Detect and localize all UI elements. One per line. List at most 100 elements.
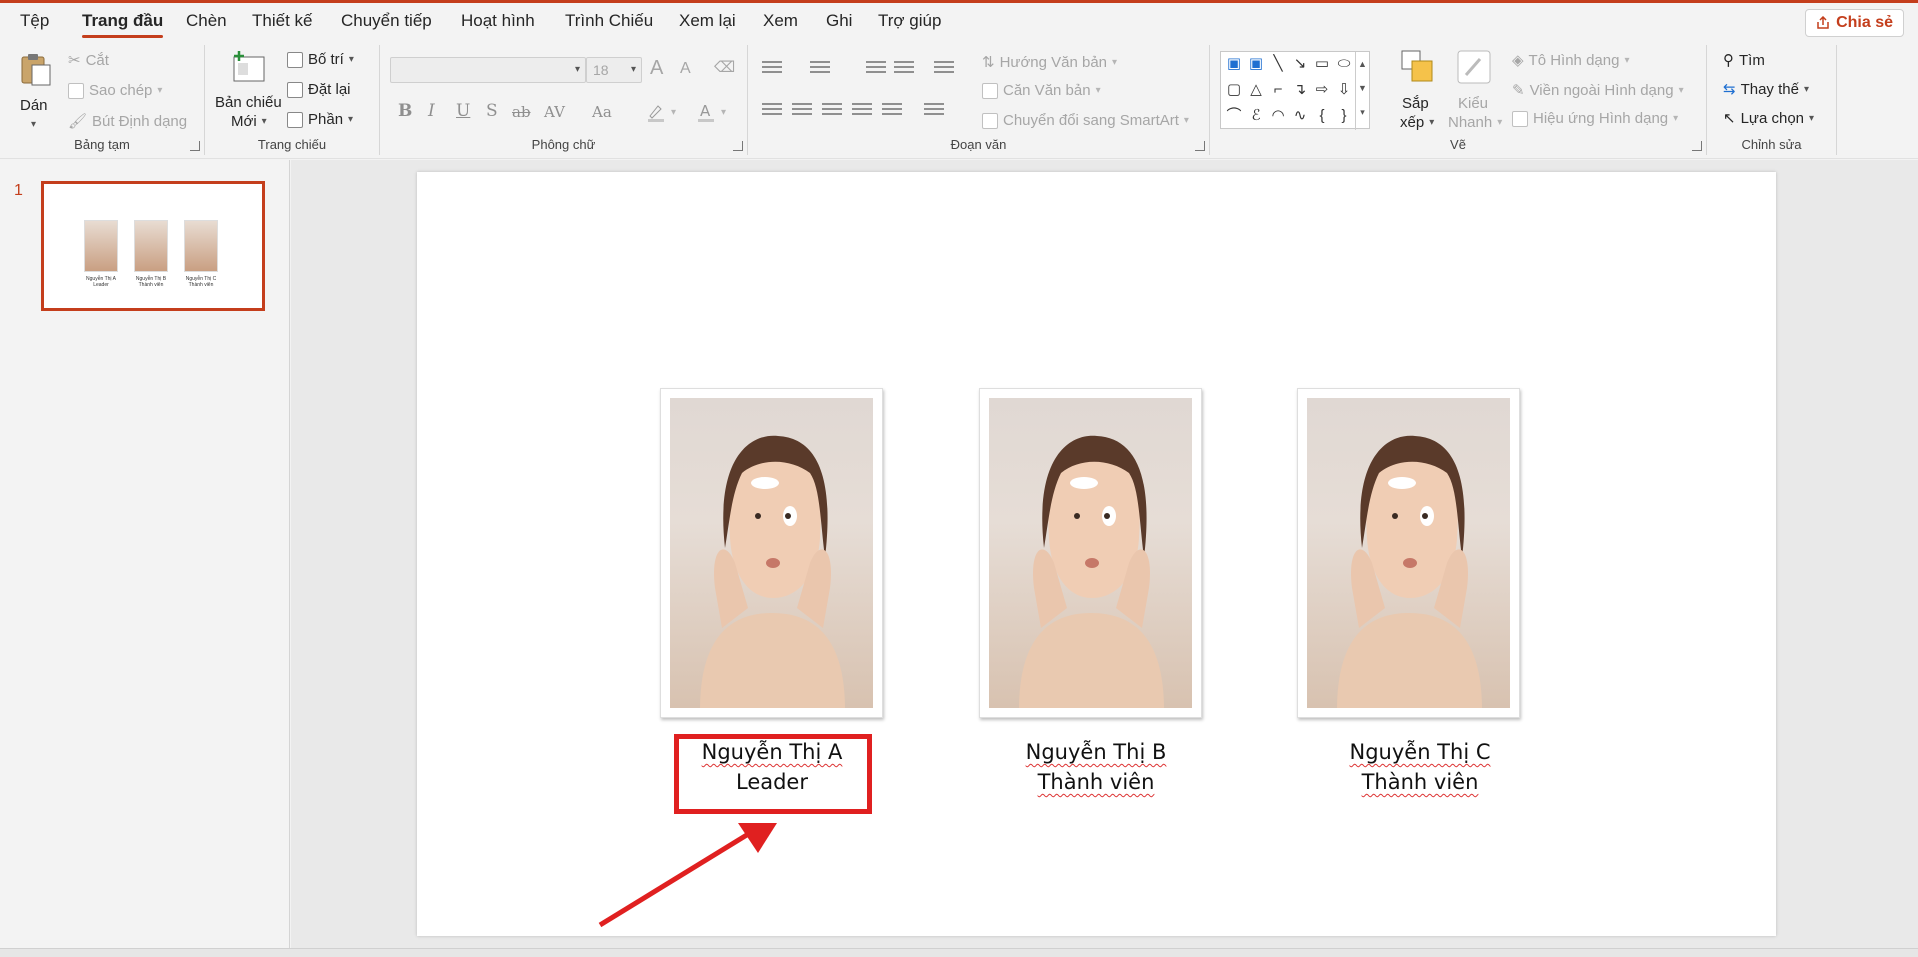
- rounded-rect-shape-icon[interactable]: ▢: [1225, 82, 1243, 98]
- brush-icon: 🖌: [68, 113, 88, 130]
- tab-record[interactable]: Ghi: [826, 11, 852, 31]
- thumb-caption: Nguyễn Thị B Thành viên: [135, 276, 167, 288]
- vertical-textbox-shape-icon[interactable]: ▣: [1247, 56, 1265, 72]
- shrink-font-button[interactable]: A: [680, 60, 691, 78]
- textbox-shape-icon[interactable]: ▣: [1225, 56, 1243, 72]
- shape-fill-button[interactable]: ◈ Tô Hình dạng ▾: [1512, 51, 1629, 70]
- shape-outline-button[interactable]: ✎ Viền ngoài Hình dạng ▾: [1512, 81, 1684, 100]
- format-painter-button[interactable]: 🖌 Bút Định dạng: [68, 112, 187, 131]
- tab-view[interactable]: Xem: [763, 11, 798, 31]
- oval-shape-icon[interactable]: ⬭: [1335, 56, 1353, 72]
- member-photo[interactable]: [979, 388, 1202, 718]
- italic-button[interactable]: I: [428, 101, 435, 121]
- paragraph-launcher-icon[interactable]: [1195, 141, 1205, 151]
- decrease-indent-icon[interactable]: [866, 61, 886, 77]
- right-arrow-shape-icon[interactable]: ⇨: [1313, 82, 1331, 98]
- section-button[interactable]: Phần ▾: [287, 111, 353, 128]
- clear-format-icon[interactable]: ⌫: [714, 58, 735, 76]
- slide-thumbnail[interactable]: Nguyễn Thị A Leader Nguyễn Thị B Thành viê…: [41, 181, 265, 311]
- justify-icon[interactable]: [852, 103, 872, 119]
- tab-help[interactable]: Trợ giúp: [878, 11, 941, 31]
- smartart-button[interactable]: Chuyển đổi sang SmartArt ▾: [982, 112, 1189, 129]
- arrow-line-shape-icon[interactable]: ↘: [1291, 56, 1309, 72]
- columns-icon[interactable]: [882, 103, 902, 119]
- right-brace-shape-icon[interactable]: }: [1335, 108, 1353, 124]
- arrange-button[interactable]: Sắp xếp ▾: [1396, 47, 1440, 139]
- member-caption-textbox[interactable]: Nguyễn Thị B Thành viên: [946, 737, 1246, 797]
- align-left-icon[interactable]: [762, 103, 782, 119]
- find-button[interactable]: ⚲ Tìm: [1723, 51, 1765, 70]
- slide-thumbnail-panel: 1 Nguyễn Thị A Leader Nguyễn Thị B Thành v…: [0, 160, 290, 957]
- scribble-shape-icon[interactable]: ℰ: [1247, 108, 1265, 124]
- paste-button[interactable]: Dán ▾: [16, 49, 56, 139]
- copy-button[interactable]: Sao chép ▾: [68, 82, 162, 99]
- elbow-connector-shape-icon[interactable]: ⌐: [1269, 82, 1287, 98]
- member-photo[interactable]: [660, 388, 883, 718]
- align-text-label: Căn Văn bản: [1003, 82, 1091, 99]
- line-spacing-icon[interactable]: [934, 61, 954, 77]
- increase-indent-icon[interactable]: [894, 61, 914, 77]
- font-launcher-icon[interactable]: [733, 141, 743, 151]
- font-size-select[interactable]: 18 ▾: [586, 57, 642, 83]
- cut-button[interactable]: ✂ Cắt: [68, 51, 109, 70]
- arc-shape-icon[interactable]: ◠: [1269, 108, 1287, 124]
- change-case-button[interactable]: Aa: [592, 103, 612, 121]
- shapes-gallery[interactable]: ▣ ▣ ╲ ↘ ▭ ⬭ ▢ △ ⌐ ↴ ⇨ ⇩ ⌒ ℰ ◠ ∿ { } ▲ ▼ ▾: [1220, 51, 1370, 130]
- slides-group-label: Trang chiếu: [257, 137, 327, 152]
- shape-effects-button[interactable]: Hiệu ứng Hình dạng ▾: [1512, 110, 1678, 127]
- share-button[interactable]: Chia sẻ: [1805, 9, 1904, 37]
- shapes-scroll[interactable]: ▲ ▼ ▾: [1355, 52, 1369, 130]
- font-color-button[interactable]: A ▾: [696, 102, 726, 122]
- down-arrow-shape-icon[interactable]: ⇩: [1335, 82, 1353, 98]
- member-caption-textbox[interactable]: Nguyễn Thị C Thành viên: [1270, 737, 1570, 797]
- replace-button[interactable]: ⇆ Thay thế ▾: [1723, 80, 1809, 99]
- tab-file[interactable]: Tệp: [20, 11, 49, 31]
- quick-styles-button[interactable]: Kiểu Nhanh ▾: [1446, 47, 1504, 139]
- layout-button[interactable]: Bố trí ▾: [287, 51, 354, 68]
- tab-home[interactable]: Trang đầu: [82, 11, 164, 38]
- shape-effects-label: Hiệu ứng Hình dạng: [1533, 110, 1669, 127]
- shadow-button[interactable]: S: [486, 101, 498, 121]
- grow-font-button[interactable]: A: [650, 57, 663, 80]
- rectangle-shape-icon[interactable]: ▭: [1313, 56, 1331, 72]
- paint-bucket-icon: ◈: [1512, 52, 1524, 69]
- tab-review[interactable]: Xem lại: [679, 11, 736, 31]
- align-vertical-icon[interactable]: [924, 103, 944, 119]
- tab-slideshow[interactable]: Trình Chiếu: [565, 11, 653, 31]
- char-spacing-button[interactable]: AV: [544, 103, 565, 121]
- highlight-color-button[interactable]: ▾: [646, 102, 676, 122]
- cursor-icon: ↖: [1723, 110, 1736, 127]
- numbering-icon[interactable]: [810, 61, 830, 77]
- strikethrough-button[interactable]: ab: [512, 103, 531, 121]
- align-right-icon[interactable]: [822, 103, 842, 119]
- tab-animations[interactable]: Hoạt hình: [461, 11, 535, 31]
- svg-text:A: A: [700, 102, 711, 120]
- reset-button[interactable]: Đặt lại: [287, 81, 351, 98]
- share-icon: [1817, 16, 1829, 29]
- select-button[interactable]: ↖ Lựa chọn ▾: [1723, 109, 1814, 128]
- editing-group-label: Chỉnh sửa: [1741, 137, 1802, 152]
- bold-button[interactable]: B: [398, 101, 412, 121]
- editing-group: ⚲ Tìm ⇆ Thay thế ▾ ↖ Lựa chọn ▾ Chỉnh sửa: [1707, 45, 1837, 155]
- triangle-shape-icon[interactable]: △: [1247, 82, 1265, 98]
- status-bar: [0, 948, 1918, 957]
- line-shape-icon[interactable]: ╲: [1269, 56, 1287, 72]
- clipboard-launcher-icon[interactable]: [190, 141, 200, 151]
- scissors-icon: ✂: [68, 52, 81, 69]
- underline-button[interactable]: U: [456, 101, 470, 121]
- text-direction-button[interactable]: ⇅ Hướng Văn bản ▾: [982, 53, 1117, 72]
- tab-transitions[interactable]: Chuyển tiếp: [341, 11, 432, 31]
- tab-design[interactable]: Thiết kế: [252, 11, 312, 31]
- freeform-shape-icon[interactable]: ⌒: [1225, 108, 1243, 124]
- font-name-select[interactable]: ▾: [390, 57, 586, 83]
- align-text-button[interactable]: Căn Văn bản ▾: [982, 82, 1101, 99]
- left-brace-shape-icon[interactable]: {: [1313, 108, 1331, 124]
- align-center-icon[interactable]: [792, 103, 812, 119]
- bullets-icon[interactable]: [762, 61, 782, 77]
- new-slide-button[interactable]: Bản chiếu Mới ▾: [213, 47, 283, 137]
- member-photo[interactable]: [1297, 388, 1520, 718]
- drawing-launcher-icon[interactable]: [1692, 141, 1702, 151]
- curve-shape-icon[interactable]: ∿: [1291, 108, 1309, 124]
- tab-insert[interactable]: Chèn: [186, 11, 227, 31]
- elbow-arrow-shape-icon[interactable]: ↴: [1291, 82, 1309, 98]
